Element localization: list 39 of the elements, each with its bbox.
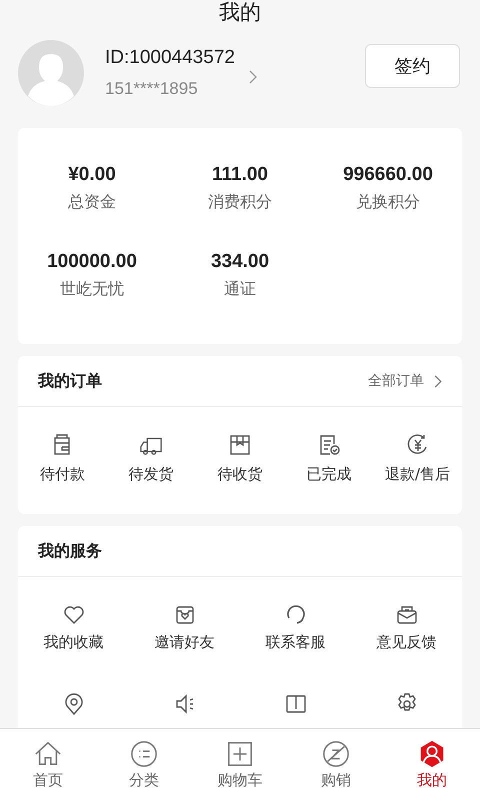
service-label[interactable]: 意见反馈 [376, 633, 436, 652]
order-status-label[interactable]: 待付款 [40, 465, 85, 484]
chevron-right-icon[interactable] [434, 374, 442, 388]
order-status-label[interactable]: 待发货 [128, 465, 174, 484]
asset-label: 兑换积分 [356, 192, 420, 213]
tab[interactable]: 购销 [288, 729, 384, 800]
user-id: ID:1000443572 [105, 47, 235, 69]
list-circle-icon[interactable] [130, 740, 158, 768]
asset-label: 世屹无忧 [60, 279, 124, 300]
asset-value: 100000.00 [47, 251, 137, 273]
section-title: 我的服务 [38, 540, 102, 562]
asset-value: 996660.00 [343, 164, 433, 186]
asset-label: 通证 [224, 279, 256, 300]
service-label[interactable]: 我的收藏 [44, 633, 104, 652]
asset-value: 334.00 [210, 251, 270, 273]
page-title: 我的 [218, 0, 262, 24]
all-orders-link[interactable]: 全部订单 [368, 372, 424, 390]
home-icon[interactable] [34, 740, 62, 768]
box-icon[interactable] [228, 433, 252, 457]
tab[interactable]: 购物车 [192, 729, 288, 800]
asset-label: 总资金 [68, 192, 116, 213]
tab[interactable]: 我的 [384, 729, 480, 800]
asset-value: 111.00 [212, 164, 268, 186]
plus-square-icon[interactable] [226, 740, 254, 768]
sign-button[interactable]: 签约 [365, 44, 460, 88]
phone-number: 151****1895 [105, 79, 199, 99]
service-label[interactable]: 联系客服 [266, 633, 326, 652]
service-label[interactable]: 邀请好友 [154, 633, 214, 652]
section-title: 我的订单 [38, 370, 102, 392]
order-status-label[interactable]: 已完成 [306, 465, 352, 484]
chevron-right-icon[interactable] [248, 70, 257, 84]
z-circle-icon[interactable] [322, 740, 350, 768]
order-status-label[interactable]: 退款/售后 [385, 465, 450, 484]
asset-label: 消费积分 [208, 192, 272, 213]
asset-value: ¥0.00 [68, 164, 116, 186]
tab[interactable]: 首页 [0, 729, 96, 800]
user-hexagon-icon[interactable] [418, 740, 446, 768]
order-status-label[interactable]: 待收货 [217, 465, 262, 484]
tab[interactable]: 分类 [96, 729, 192, 800]
